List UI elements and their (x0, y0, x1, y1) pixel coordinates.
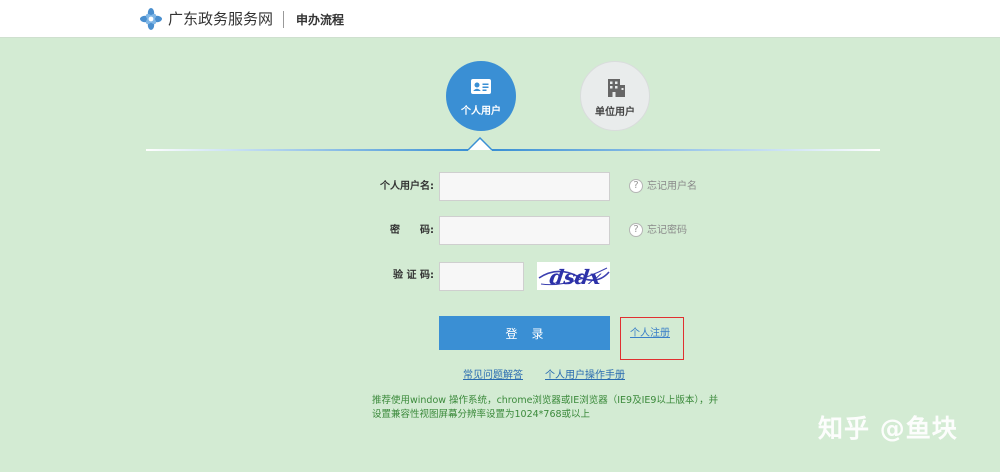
captcha-image[interactable]: dsdx (537, 262, 610, 290)
forgot-password-link[interactable]: ? 忘记密码 (629, 223, 687, 239)
username-input[interactable] (439, 172, 610, 201)
active-tab-notch (468, 137, 492, 151)
site-name[interactable]: 广东政务服务网 (168, 10, 273, 28)
zhihu-watermark: 知乎 @鱼块 (818, 414, 958, 443)
building-icon (608, 79, 625, 97)
password-input[interactable] (439, 216, 610, 245)
captcha-input[interactable] (439, 262, 524, 291)
user-manual-link[interactable]: 个人用户操作手册 (545, 369, 625, 383)
login-button[interactable]: 登录 (439, 316, 610, 350)
faq-link[interactable]: 常见问题解答 (463, 369, 523, 383)
top-bar: 广东政务服务网 申办流程 (0, 0, 1000, 38)
captcha-text: dsdx (548, 265, 603, 289)
tab-company-user[interactable]: 单位用户 (580, 61, 650, 131)
tab-divider (146, 137, 880, 151)
tip-line-2: 设置兼容性视图屏幕分辨率设置为1024*768或以上 (372, 409, 591, 420)
password-label: 密 码: (390, 225, 434, 236)
tip-line-1: 推荐使用window 操作系统，chrome浏览器或IE浏览器（IE9及IE9以… (372, 395, 719, 406)
tab-company-label: 单位用户 (595, 107, 635, 118)
question-mark-icon: ? (629, 223, 643, 237)
header-separator (283, 11, 284, 28)
captcha-label: 验 证 码: (393, 270, 434, 281)
tab-personal-label: 个人用户 (461, 106, 501, 117)
username-label: 个人用户名: (380, 181, 434, 192)
flower-logo-icon[interactable] (140, 8, 162, 30)
page-section-title: 申办流程 (296, 13, 345, 27)
question-mark-icon: ? (629, 179, 643, 193)
register-link[interactable]: 个人注册 (630, 327, 670, 341)
forgot-username-text: 忘记用户名 (647, 181, 697, 192)
browser-recommendation-tip: 推荐使用window 操作系统，chrome浏览器或IE浏览器（IE9及IE9以… (372, 394, 732, 422)
id-card-icon (471, 79, 491, 94)
forgot-username-link[interactable]: ? 忘记用户名 (629, 179, 697, 195)
forgot-password-text: 忘记密码 (647, 225, 687, 236)
tab-personal-user[interactable]: 个人用户 (446, 61, 516, 131)
